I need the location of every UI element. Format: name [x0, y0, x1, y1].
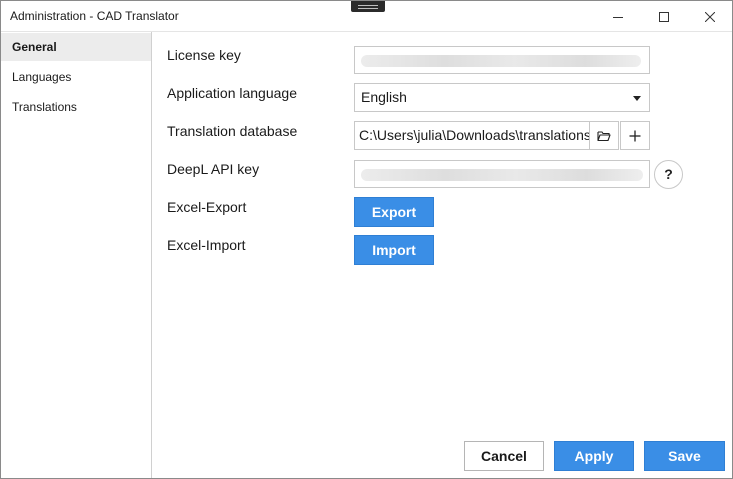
app-language-value: English	[361, 89, 407, 105]
add-database-button[interactable]	[620, 121, 650, 150]
app-language-select[interactable]: English	[354, 83, 650, 112]
import-button[interactable]: Import	[354, 235, 434, 265]
excel-export-label: Excel-Export	[167, 199, 247, 215]
window-title: Administration - CAD Translator	[10, 9, 179, 23]
apply-button[interactable]: Apply	[554, 441, 634, 471]
help-button[interactable]: ?	[654, 160, 683, 189]
deepl-key-input[interactable]	[354, 160, 650, 188]
sidebar-item-languages[interactable]: Languages	[1, 63, 151, 91]
maximize-button[interactable]	[641, 1, 687, 32]
license-key-input[interactable]	[354, 46, 650, 74]
sidebar: General Languages Translations	[1, 32, 152, 478]
close-button[interactable]	[687, 1, 733, 32]
app-language-label: Application language	[167, 85, 297, 101]
dropdown-arrow-icon	[633, 96, 641, 101]
sidebar-item-translations[interactable]: Translations	[1, 93, 151, 121]
plus-icon	[629, 130, 641, 141]
minimize-icon	[613, 16, 623, 18]
title-bar[interactable]: Administration - CAD Translator	[1, 1, 732, 32]
translation-db-path-input[interactable]: C:\Users\julia\Downloads\translations	[354, 121, 590, 150]
translation-db-path-value: C:\Users\julia\Downloads\translations	[359, 127, 590, 143]
license-key-obscured-value	[361, 55, 641, 67]
maximize-icon	[659, 11, 669, 22]
translation-db-label: Translation database	[167, 123, 298, 139]
drag-grip-icon[interactable]	[351, 1, 385, 12]
browse-folder-button[interactable]	[589, 121, 619, 150]
excel-import-label: Excel-Import	[167, 237, 246, 253]
close-icon	[705, 11, 715, 22]
deepl-key-label: DeepL API key	[167, 161, 260, 177]
license-key-label: License key	[167, 47, 241, 63]
save-button[interactable]: Save	[644, 441, 725, 471]
minimize-button[interactable]	[595, 1, 641, 32]
deepl-key-obscured-value	[361, 169, 643, 181]
sidebar-item-general[interactable]: General	[1, 33, 151, 61]
folder-open-icon	[597, 130, 611, 141]
cancel-button[interactable]: Cancel	[464, 441, 544, 471]
admin-window: Administration - CAD Translator General …	[0, 0, 733, 479]
export-button[interactable]: Export	[354, 197, 434, 227]
